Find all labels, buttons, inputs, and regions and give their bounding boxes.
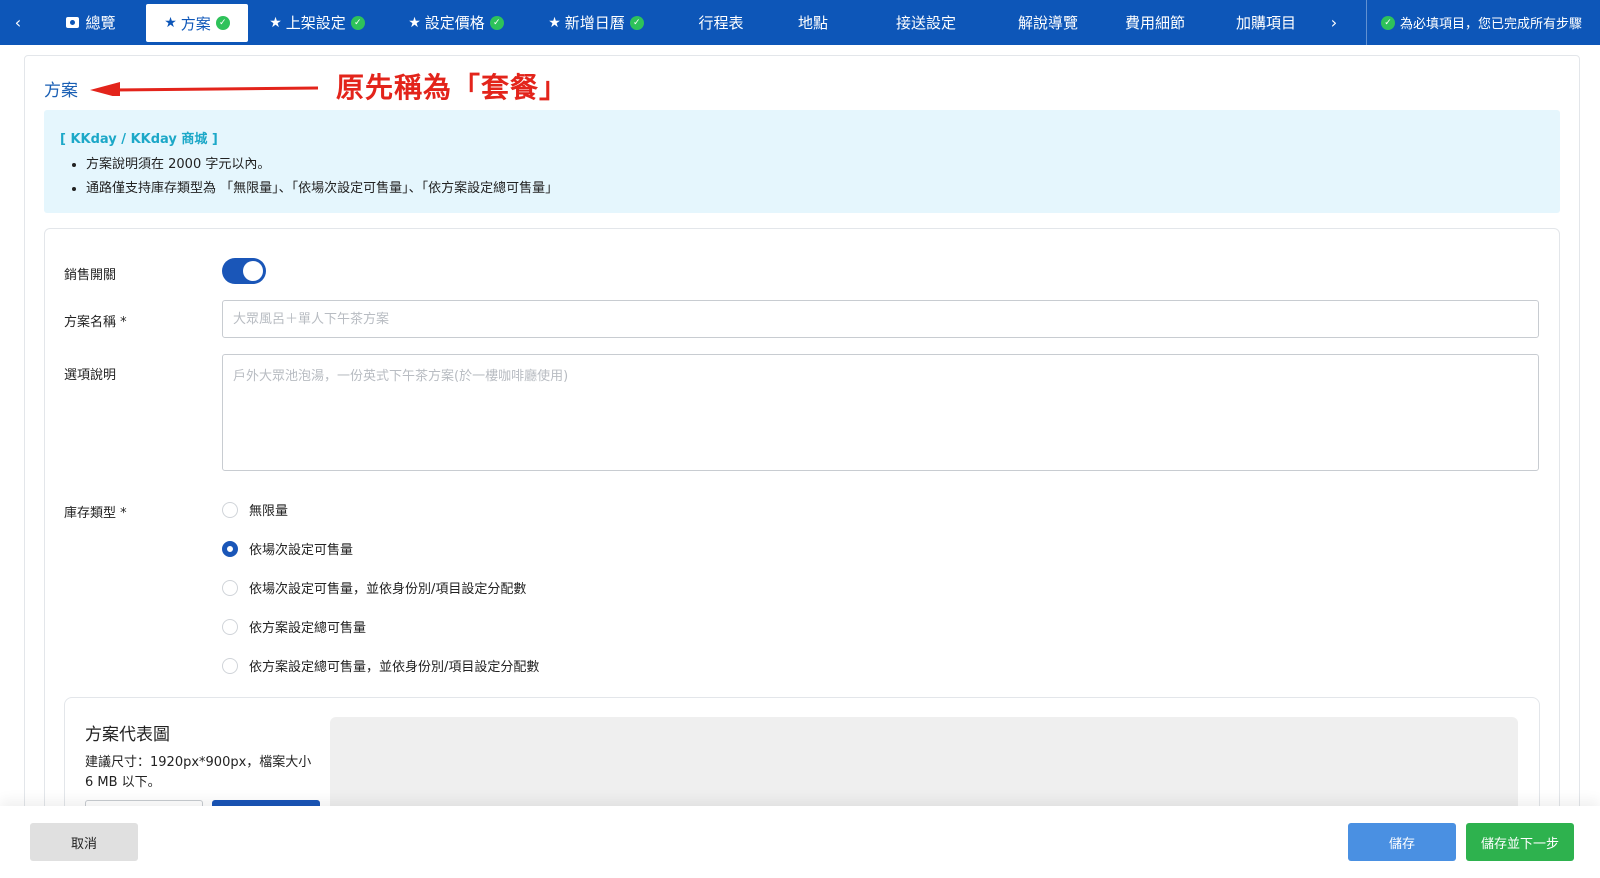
info-list: 方案說明須在 2000 字元以內。 通路僅支持庫存類型為 「無限量」、「依場次設… [60,153,1544,201]
status-text: 為必填項目，您已完成所有步驟 [1399,17,1582,32]
stock-option[interactable]: 依方案設定總可售量 [222,617,366,636]
arrow-left-icon [90,82,319,96]
radio-button[interactable] [222,501,238,518]
stock-type-label: 庫存類型 * [64,506,127,521]
radio-button-selected[interactable] [222,540,238,557]
check-circle-icon: ✓ [215,16,230,30]
nav-next-arrow[interactable]: › [1316,0,1352,45]
info-box: [ KKday / KKday 商城 ] 方案說明須在 2000 字元以內。 通… [44,110,1560,213]
tab-addons[interactable]: 加購項目 [1216,0,1316,45]
option-desc-label: 選項說明 [64,368,117,383]
star-icon: ★ [164,15,177,31]
tab-guide[interactable]: 解說導覽 [1002,0,1094,45]
tab-plan[interactable]: ★ 方案 ✓ [146,4,248,42]
save-next-button[interactable]: 儲存並下一步 [1466,823,1574,861]
tab-overview[interactable]: 總覽 [36,0,146,45]
tab-label: 總覽 [85,14,116,32]
check-circle-icon: ✓ [350,15,365,30]
sale-toggle-label: 銷售開關 [64,268,117,283]
stock-option[interactable]: 依場次設定可售量，並依身份別/項目設定分配數 [222,578,526,597]
page-title: 方案 [44,81,78,101]
star-icon: ★ [269,14,282,31]
top-nav: ‹ 總覽 ★ 方案 ✓ ★ 上架設定 ✓ ★ 設定價格 ✓ ★ 新增日曆 ✓ 行… [0,0,1600,45]
toggle-knob [243,261,263,281]
plan-name-input[interactable] [222,300,1539,338]
info-item: 通路僅支持庫存類型為 「無限量」、「依場次設定可售量」、「依方案設定總可售量」 [86,177,1544,201]
annotation-text: 原先稱為「套餐」 [336,71,569,104]
radio-button[interactable] [222,618,238,635]
radio-label: 依方案設定總可售量 [249,621,367,636]
image-section-desc: 建議尺寸：1920px*900px，檔案大小 6 MB 以下。 [85,755,312,790]
tab-location[interactable]: 地點 [776,0,850,45]
tab-calendar[interactable]: ★ 新增日曆 ✓ [526,0,666,45]
tab-pricing[interactable]: ★ 設定價格 ✓ [386,0,526,45]
radio-button[interactable] [222,579,238,596]
stock-option[interactable]: 依場次設定可售量 [222,539,353,558]
image-section-title: 方案代表圖 [85,725,170,745]
sale-toggle[interactable] [222,258,266,284]
tab-fees[interactable]: 費用細節 [1094,0,1216,45]
stock-option[interactable]: 依方案設定總可售量，並依身份別/項目設定分配數 [222,656,539,675]
tab-label: 新增日曆 [564,14,625,32]
check-circle-icon: ✓ [629,15,644,30]
tab-label: 方案 [180,14,211,33]
save-button[interactable]: 儲存 [1348,823,1456,861]
completion-status: ✓ 為必填項目，您已完成所有步驟 [1365,0,1600,45]
tab-itinerary[interactable]: 行程表 [666,0,776,45]
tab-pickup[interactable]: 接送設定 [850,0,1002,45]
option-desc-textarea[interactable] [222,354,1539,471]
radio-label: 依場次設定可售量 [249,543,354,558]
radio-button[interactable] [222,657,238,674]
plan-name-label: 方案名稱 * [64,315,127,330]
cancel-button[interactable]: 取消 [30,823,138,861]
check-circle-icon: ✓ [489,15,504,30]
tab-label: 設定價格 [424,14,485,32]
radio-label: 依方案設定總可售量，並依身份別/項目設定分配數 [249,660,540,675]
nav-prev-arrow[interactable]: ‹ [0,0,36,45]
radio-label: 依場次設定可售量，並依身份別/項目設定分配數 [249,582,527,597]
tab-listing-settings[interactable]: ★ 上架設定 ✓ [248,0,386,45]
star-icon: ★ [408,14,421,31]
info-title: [ KKday / KKday 商城 ] [60,132,218,147]
info-item: 方案說明須在 2000 字元以內。 [86,153,1544,177]
star-icon: ★ [548,14,561,31]
check-circle-icon: ✓ [1380,15,1395,30]
stock-option[interactable]: 無限量 [222,500,288,519]
radio-label: 無限量 [249,504,289,519]
tab-label: 上架設定 [285,14,346,32]
camera-icon [66,17,80,28]
